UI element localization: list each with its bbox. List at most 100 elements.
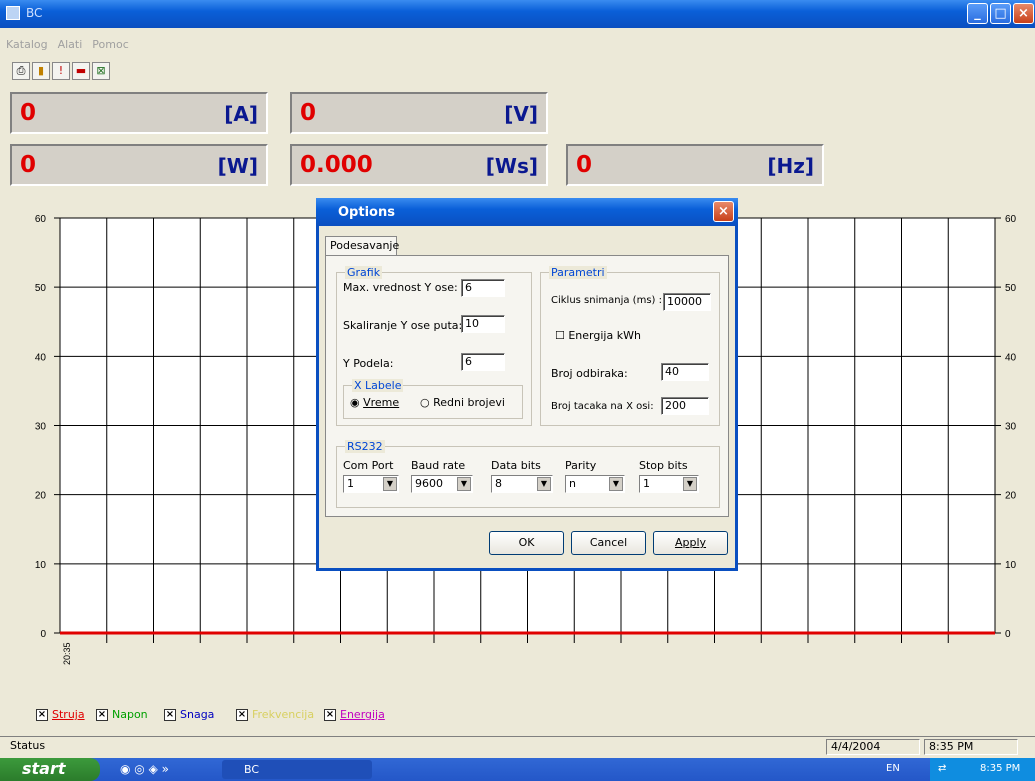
y-tick-label-left: 60 xyxy=(35,214,47,225)
voltage-panel: 0 [V] xyxy=(290,92,548,134)
y-tick-label-right: 60 xyxy=(1005,214,1017,225)
cancel-button[interactable]: Cancel xyxy=(571,531,646,555)
energy-checkbox[interactable]: ☐ Energija kWh xyxy=(555,329,641,342)
parity-select[interactable]: n ▼ xyxy=(565,475,625,493)
legend-label: Napon xyxy=(112,708,148,721)
y-tick-label-left: 20 xyxy=(35,491,47,502)
language-indicator[interactable]: EN xyxy=(886,763,900,774)
menu-alati[interactable]: Alati xyxy=(58,38,83,51)
max-y-label: Max. vrednost Y ose: xyxy=(343,281,458,294)
toolbar: ⎙ ▮! ▬ ⊠ xyxy=(12,62,112,84)
scale-y-input[interactable]: 10 xyxy=(461,315,505,333)
legend-snaga[interactable]: × Snaga xyxy=(164,708,214,721)
samples-input[interactable]: 40 xyxy=(661,363,709,381)
taskbar: start ◉ ◎ ◈ » BC EN ⇄ 8:35 PM xyxy=(0,758,1035,781)
system-tray: EN ⇄ 8:35 PM xyxy=(886,758,1035,781)
options-dialog: Options × Podesavanje Grafik Max. vrednos… xyxy=(316,198,738,571)
y-div-label: Y Podela: xyxy=(343,357,394,370)
legend-label: Snaga xyxy=(180,708,215,721)
print-icon[interactable]: ⎙ xyxy=(12,62,30,80)
data-bits-select[interactable]: 8 ▼ xyxy=(491,475,553,493)
y-tick-label-left: 10 xyxy=(35,560,47,571)
y-tick-label-left: 50 xyxy=(35,283,47,294)
points-input[interactable]: 200 xyxy=(661,397,709,415)
maximize-button[interactable]: □ xyxy=(990,3,1011,24)
start-button[interactable]: start xyxy=(0,758,100,781)
frequency-value: 0 xyxy=(576,152,593,178)
voltage-value: 0 xyxy=(300,100,317,126)
legend-label: Energija xyxy=(340,708,385,721)
radio-vreme-label: Vreme xyxy=(363,396,400,409)
cycle-label: Ciklus snimanja (ms) : xyxy=(551,295,662,306)
com-port-label: Com Port xyxy=(343,459,394,472)
window-title: BC xyxy=(26,6,43,20)
y-tick-label-left: 30 xyxy=(35,422,47,433)
chevron-down-icon[interactable]: ▼ xyxy=(457,477,471,491)
excel-icon[interactable]: ⊠ xyxy=(92,62,110,80)
voltage-unit: [V] xyxy=(504,102,538,126)
xlabele-legend: X Labele xyxy=(352,379,404,392)
y-tick-label-left: 40 xyxy=(35,352,47,363)
frequency-unit: [Hz] xyxy=(767,154,814,178)
rs232-legend: RS232 xyxy=(345,440,385,453)
status-text: Status xyxy=(10,739,46,752)
baud-select[interactable]: 9600 ▼ xyxy=(411,475,473,493)
parity-value: n xyxy=(569,477,576,490)
cycle-input[interactable]: 10000 xyxy=(663,293,711,311)
current-panel: 0 [A] xyxy=(10,92,268,134)
minimize-button[interactable]: _ xyxy=(967,3,988,24)
max-y-input[interactable]: 6 xyxy=(461,279,505,297)
legend-frekvencija[interactable]: × Frekvencija xyxy=(236,708,314,721)
dialog-close-button[interactable]: × xyxy=(713,201,734,222)
legend-energija[interactable]: × Energija xyxy=(324,708,385,721)
legend-label: Struja xyxy=(52,708,85,721)
dialog-titlebar: Options × xyxy=(316,198,738,226)
power-panel: 0 [W] xyxy=(10,144,268,186)
quick-launch[interactable]: ◉ ◎ ◈ » xyxy=(120,762,169,776)
legend-napon[interactable]: × Napon xyxy=(96,708,148,721)
com-port-select[interactable]: 1 ▼ xyxy=(343,475,399,493)
menu-pomoc[interactable]: Pomoc xyxy=(92,38,128,51)
y-tick-label-right: 0 xyxy=(1005,629,1011,640)
x-tick-label: 20:35 xyxy=(62,642,72,665)
grafik-group: Grafik Max. vrednost Y ose: 6 Skaliranje… xyxy=(336,266,532,426)
taskbar-app-bc[interactable]: BC xyxy=(222,760,372,779)
checkbox-icon[interactable]: × xyxy=(164,708,176,721)
stop-bits-value: 1 xyxy=(643,477,650,490)
chevron-down-icon[interactable]: ▼ xyxy=(609,477,623,491)
plug-icon[interactable]: ▮ xyxy=(32,62,50,80)
energy-checkbox-label: Energija kWh xyxy=(568,329,641,342)
y-tick-label-left: 0 xyxy=(40,629,46,640)
parametri-group: Parametri Ciklus snimanja (ms) : 10000 ☐… xyxy=(540,266,720,426)
tab-podesavanje[interactable]: Podesavanje xyxy=(325,236,399,256)
network-icon[interactable]: ⇄ xyxy=(938,763,946,774)
stop-bits-select[interactable]: 1 ▼ xyxy=(639,475,699,493)
checkbox-icon[interactable]: × xyxy=(36,708,48,721)
baud-value: 9600 xyxy=(415,477,443,490)
taskbar-clock: 8:35 PM xyxy=(980,763,1021,774)
power-unit: [W] xyxy=(217,154,258,178)
checkbox-icon[interactable]: × xyxy=(236,708,248,721)
y-div-input[interactable]: 6 xyxy=(461,353,505,371)
checkbox-icon[interactable]: × xyxy=(324,708,336,721)
ok-button[interactable]: OK xyxy=(489,531,564,555)
apply-button[interactable]: Apply xyxy=(653,531,728,555)
close-button[interactable]: × xyxy=(1013,3,1034,24)
status-bar: Status 4/4/2004 8:35 PM xyxy=(0,736,1035,756)
checkbox-icon[interactable]: × xyxy=(96,708,108,721)
legend-struja[interactable]: × Struja xyxy=(36,708,85,721)
current-value: 0 xyxy=(20,100,37,126)
baud-label: Baud rate xyxy=(411,459,466,472)
chevron-down-icon[interactable]: ▼ xyxy=(683,477,697,491)
chevron-down-icon[interactable]: ▼ xyxy=(383,477,397,491)
legend-label: Frekvencija xyxy=(252,708,315,721)
menu-katalog[interactable]: Katalog xyxy=(6,38,48,51)
radio-vreme[interactable]: ◉ Vreme xyxy=(350,396,399,409)
exit-icon[interactable]: ▬ xyxy=(72,62,90,80)
chevron-down-icon[interactable]: ▼ xyxy=(537,477,551,491)
energy-value: 0.000 xyxy=(300,152,373,178)
radio-redni[interactable]: ○ Redni brojevi xyxy=(420,396,505,409)
radio-redni-label: Redni brojevi xyxy=(433,396,505,409)
alert-icon[interactable]: ! xyxy=(52,62,70,80)
tab-panel: Grafik Max. vrednost Y ose: 6 Skaliranje… xyxy=(325,255,729,517)
